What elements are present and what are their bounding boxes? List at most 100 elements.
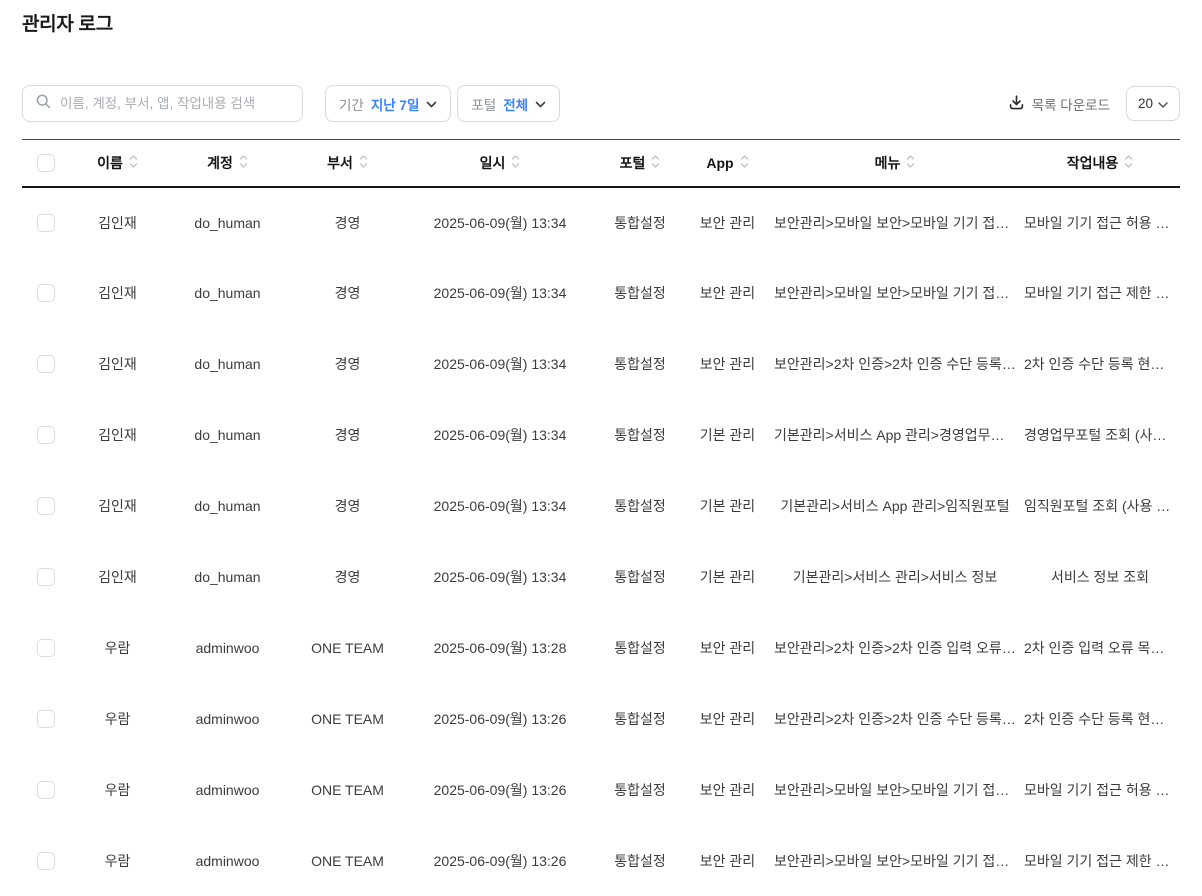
sort-icon[interactable]	[359, 154, 368, 172]
row-checkbox[interactable]	[37, 710, 55, 728]
cell-account: do_human	[165, 187, 290, 258]
row-checkbox-cell	[22, 258, 70, 329]
cell-action: 2차 인증 수단 등록 현황 ...	[1020, 329, 1180, 400]
cell-name: 김인재	[70, 542, 165, 613]
cell-portal: 통합설정	[595, 187, 685, 258]
cell-app: 보안 관리	[685, 329, 770, 400]
cell-app: 보안 관리	[685, 258, 770, 329]
cell-action: 2차 인증 수단 등록 현황 ...	[1020, 684, 1180, 755]
search-input[interactable]	[60, 96, 290, 111]
table-row: 우람 adminwoo ONE TEAM 2025-06-09(월) 13:26…	[22, 684, 1180, 755]
cell-menu: 보안관리>모바일 보안>모바일 기기 접근 ...	[770, 826, 1020, 896]
row-checkbox-cell	[22, 471, 70, 542]
row-checkbox[interactable]	[37, 214, 55, 232]
cell-action: 2차 인증 입력 오류 목록 ...	[1020, 613, 1180, 684]
sort-icon[interactable]	[1124, 154, 1133, 172]
cell-action: 모바일 기기 접근 허용 목...	[1020, 755, 1180, 826]
row-checkbox[interactable]	[37, 426, 55, 444]
cell-portal: 통합설정	[595, 400, 685, 471]
col-header-department: 부서	[290, 140, 405, 187]
table-row: 우람 adminwoo ONE TEAM 2025-06-09(월) 13:26…	[22, 826, 1180, 896]
table-row: 김인재 do_human 경영 2025-06-09(월) 13:34 통합설정…	[22, 471, 1180, 542]
row-checkbox[interactable]	[37, 497, 55, 515]
download-list-button[interactable]: 목록 다운로드	[1008, 94, 1110, 114]
cell-name: 김인재	[70, 400, 165, 471]
portal-filter-label: 포털	[471, 94, 496, 114]
col-header-app: App	[685, 140, 770, 187]
filter-group: 기간 지난 7일 포털 전체	[325, 85, 560, 122]
cell-portal: 통합설정	[595, 684, 685, 755]
cell-app: 보안 관리	[685, 755, 770, 826]
col-header-account: 계정	[165, 140, 290, 187]
cell-app: 기본 관리	[685, 542, 770, 613]
portal-filter-value: 전체	[503, 94, 528, 114]
cell-name: 김인재	[70, 258, 165, 329]
sort-icon[interactable]	[239, 154, 248, 172]
row-checkbox-cell	[22, 187, 70, 258]
select-all-checkbox[interactable]	[37, 154, 55, 172]
row-checkbox-cell	[22, 329, 70, 400]
chevron-down-icon	[535, 96, 546, 111]
admin-log-page: 관리자 로그 기간 지난 7일 포털	[0, 14, 1202, 896]
cell-account: adminwoo	[165, 826, 290, 896]
sort-icon[interactable]	[651, 154, 660, 172]
cell-datetime: 2025-06-09(월) 13:26	[405, 684, 595, 755]
cell-action: 서비스 정보 조회	[1020, 542, 1180, 613]
row-checkbox[interactable]	[37, 639, 55, 657]
cell-menu: 보안관리>모바일 보안>모바일 기기 접근 ...	[770, 755, 1020, 826]
cell-department: ONE TEAM	[290, 613, 405, 684]
portal-filter-dropdown[interactable]: 포털 전체	[457, 85, 560, 122]
page-title: 관리자 로그	[22, 14, 1180, 36]
sort-icon[interactable]	[906, 154, 915, 172]
col-header-menu: 메뉴	[770, 140, 1020, 187]
sort-icon[interactable]	[511, 154, 520, 172]
cell-department: 경영	[290, 258, 405, 329]
cell-name: 우람	[70, 755, 165, 826]
header-checkbox-cell	[22, 140, 70, 187]
cell-department: 경영	[290, 187, 405, 258]
period-filter-value: 지난 7일	[371, 94, 420, 114]
period-filter-label: 기간	[339, 94, 364, 114]
row-checkbox[interactable]	[37, 852, 55, 870]
row-checkbox-cell	[22, 613, 70, 684]
cell-department: 경영	[290, 400, 405, 471]
cell-datetime: 2025-06-09(월) 13:34	[405, 187, 595, 258]
row-checkbox[interactable]	[37, 781, 55, 799]
cell-department: ONE TEAM	[290, 826, 405, 896]
col-header-action: 작업내용	[1020, 140, 1180, 187]
table-header-row: 이름 계정 부서 일시 포털 App 메뉴 작업내용	[22, 140, 1180, 187]
cell-portal: 통합설정	[595, 471, 685, 542]
cell-name: 우람	[70, 613, 165, 684]
cell-name: 우람	[70, 684, 165, 755]
row-checkbox[interactable]	[37, 568, 55, 586]
row-checkbox-cell	[22, 826, 70, 896]
col-header-portal: 포털	[595, 140, 685, 187]
cell-app: 기본 관리	[685, 471, 770, 542]
cell-portal: 통합설정	[595, 329, 685, 400]
sort-icon[interactable]	[740, 154, 749, 172]
table-row: 김인재 do_human 경영 2025-06-09(월) 13:34 통합설정…	[22, 187, 1180, 258]
row-checkbox[interactable]	[37, 355, 55, 373]
cell-app: 보안 관리	[685, 187, 770, 258]
sort-icon[interactable]	[129, 154, 138, 172]
download-icon	[1008, 94, 1025, 114]
cell-menu: 기본관리>서비스 관리>서비스 정보	[770, 542, 1020, 613]
chevron-down-icon	[1158, 96, 1168, 111]
page-size-select[interactable]: 20	[1126, 86, 1180, 121]
period-filter-dropdown[interactable]: 기간 지난 7일	[325, 85, 451, 122]
cell-portal: 통합설정	[595, 542, 685, 613]
cell-action: 임직원포털 조회 (사용 A...	[1020, 471, 1180, 542]
table-row: 김인재 do_human 경영 2025-06-09(월) 13:34 통합설정…	[22, 329, 1180, 400]
cell-account: adminwoo	[165, 613, 290, 684]
toolbar: 기간 지난 7일 포털 전체	[22, 85, 1180, 122]
cell-datetime: 2025-06-09(월) 13:34	[405, 329, 595, 400]
cell-action: 경영업무포털 조회 (사용 ...	[1020, 400, 1180, 471]
cell-department: ONE TEAM	[290, 755, 405, 826]
col-header-name: 이름	[70, 140, 165, 187]
cell-name: 김인재	[70, 329, 165, 400]
row-checkbox[interactable]	[37, 284, 55, 302]
cell-department: 경영	[290, 471, 405, 542]
chevron-down-icon	[426, 96, 437, 111]
cell-datetime: 2025-06-09(월) 13:34	[405, 258, 595, 329]
cell-menu: 보안관리>모바일 보안>모바일 기기 접근 ...	[770, 187, 1020, 258]
